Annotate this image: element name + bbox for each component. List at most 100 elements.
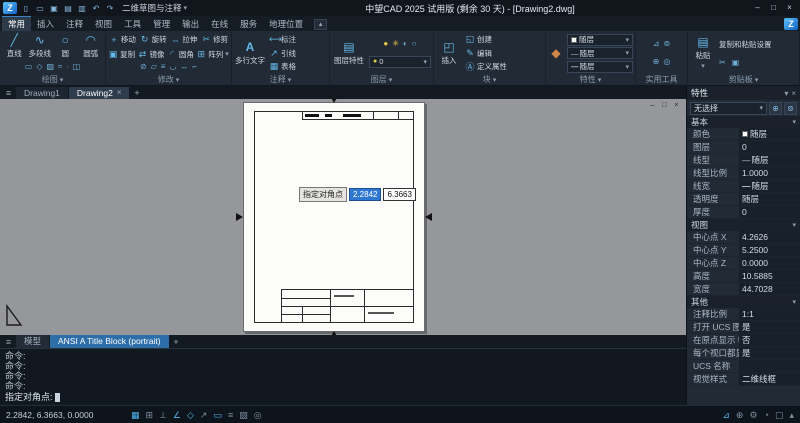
line-button[interactable]: ╱ 直线	[2, 34, 27, 59]
properties-panel-caption[interactable]: 特性 ▾	[548, 74, 633, 85]
match-properties-button[interactable]: ◆	[548, 32, 564, 74]
palette-close-icon[interactable]: ×	[791, 89, 796, 98]
otrack-toggle-icon[interactable]: ↗	[200, 407, 208, 423]
property-value[interactable]: 1:1	[739, 308, 800, 320]
paste-button[interactable]: ▤ 粘贴 ▾	[690, 32, 716, 74]
ribbon-tab-tools[interactable]: 工具	[118, 16, 147, 31]
section-misc[interactable]: 其他 ▾	[687, 296, 800, 308]
zw-brand-icon[interactable]: Z	[784, 18, 798, 30]
selection-cycling-icon[interactable]: ◎	[663, 57, 670, 67]
selection-type-combo[interactable]: 无选择 ▾	[690, 102, 767, 115]
redo-icon[interactable]: ↷	[104, 3, 116, 14]
measure-icon[interactable]: ⊿	[653, 39, 660, 49]
ribbon-tab-output[interactable]: 输出	[176, 16, 205, 31]
clean-screen-icon[interactable]: ▢	[775, 407, 784, 423]
property-value[interactable]: —随层	[739, 180, 800, 192]
snap-toggle-icon[interactable]: ⊞	[146, 407, 154, 423]
polyline-button[interactable]: ∿ 多段线	[28, 34, 53, 59]
dynamic-input-toggle-icon[interactable]: ▭	[213, 407, 222, 423]
lineweight-control-combo[interactable]: — 随层 ▾	[567, 61, 633, 73]
ribbon-tab-view[interactable]: 视图	[89, 16, 118, 31]
new-layout-button[interactable]: +	[170, 336, 183, 348]
undo-icon[interactable]: ↶	[90, 3, 102, 14]
leader-button[interactable]: ↗引线	[269, 47, 296, 60]
tab-model[interactable]: 模型	[16, 335, 49, 348]
property-value[interactable]: 4.2626	[739, 231, 800, 243]
property-value[interactable]: 5.2500	[739, 244, 800, 256]
selection-cycling-toggle-icon[interactable]: ◎	[254, 407, 262, 423]
property-value[interactable]: 随层	[739, 193, 800, 205]
mtext-button[interactable]: A 多行文字	[234, 32, 266, 74]
file-tabs-menu-icon[interactable]: ≡	[2, 87, 15, 99]
cut-icon[interactable]: ✂	[719, 58, 726, 68]
move-button[interactable]: +移动	[109, 33, 136, 46]
join-icon[interactable]: ↔	[180, 62, 188, 72]
fillet-button[interactable]: ◜圆角	[167, 48, 194, 61]
tab-drawing1[interactable]: Drawing1	[16, 87, 68, 99]
new-tab-button[interactable]: +	[130, 87, 143, 99]
point-style-icon[interactable]: ⊕	[653, 57, 660, 67]
explode-icon[interactable]: ◡	[169, 62, 176, 72]
region-icon[interactable]: ◫	[73, 62, 81, 72]
section-view[interactable]: 视图 ▾	[687, 219, 800, 231]
quick-select-icon[interactable]: ⊚	[664, 39, 671, 49]
layer-on-icon[interactable]: ●	[383, 39, 388, 49]
plot-icon[interactable]: ▥	[76, 3, 88, 14]
minimize-button[interactable]: –	[750, 2, 765, 14]
property-value[interactable]: 0	[739, 141, 800, 153]
rectangle-icon[interactable]: ▭	[25, 62, 33, 72]
app-menu-icon[interactable]: Z	[3, 2, 17, 14]
property-value[interactable]: —随层	[739, 154, 800, 166]
ribbon-tab-home[interactable]: 常用	[2, 16, 31, 31]
lineweight-toggle-icon[interactable]: ≡	[228, 407, 233, 423]
layer-properties-button[interactable]: ▤ 图层特性	[332, 32, 366, 74]
osnap-toggle-icon[interactable]: ◇	[187, 407, 194, 423]
property-value[interactable]: 0.0000	[739, 257, 800, 269]
dimension-button[interactable]: ⟷标注	[269, 33, 296, 46]
property-value[interactable]: 0	[739, 206, 800, 218]
print-icon[interactable]: ▤	[62, 3, 74, 14]
polygon-icon[interactable]: ◇	[36, 62, 42, 72]
ribbon-tab-geolocation[interactable]: 地理位置	[263, 16, 309, 31]
property-value[interactable]: 随层	[739, 128, 800, 140]
drawing-canvas[interactable]: 指定对角点 2.2842 6.3663 – □ ×	[0, 99, 686, 335]
section-general[interactable]: 基本 ▾	[687, 116, 800, 128]
close-button[interactable]: ×	[782, 2, 797, 14]
clipboard-panel-caption[interactable]: 剪贴板 ▾	[690, 74, 797, 85]
modify-panel-caption[interactable]: 修改 ▾	[108, 74, 229, 85]
utilities-panel-caption[interactable]: 实用工具	[638, 74, 685, 85]
table-button[interactable]: ▦表格	[269, 60, 296, 73]
toggle-pickadd-button[interactable]: ⊕	[769, 102, 782, 115]
annotation-monitor-icon[interactable]: ⊕	[736, 407, 744, 423]
command-input[interactable]: 指定对角点:	[5, 391, 681, 403]
properties-palette-header[interactable]: 特性 ▾ ×	[687, 86, 800, 100]
point-icon[interactable]: ∙	[66, 62, 68, 72]
tab-layout-ansi-a[interactable]: ANSI A Title Block (portrait)	[50, 335, 169, 348]
create-block-button[interactable]: ◱创建	[465, 33, 507, 46]
save-icon[interactable]: ▣	[48, 3, 60, 14]
linetype-control-combo[interactable]: — 随层 ▾	[567, 47, 633, 59]
annotate-panel-caption[interactable]: 注释 ▾	[234, 74, 327, 85]
doc-minimize-icon[interactable]: –	[648, 101, 657, 109]
property-value[interactable]: 二维线框	[739, 373, 800, 385]
trim-button[interactable]: ✂修剪	[201, 33, 228, 46]
property-value[interactable]	[739, 360, 800, 372]
chamfer-icon[interactable]: ⌐	[192, 62, 197, 72]
layer-select-combo[interactable]: ● 0 ▾	[369, 56, 431, 68]
isolate-objects-icon[interactable]: ◔	[764, 407, 769, 423]
new-icon[interactable]: ▯	[20, 3, 32, 14]
command-window[interactable]: 命令: 命令: 命令: 命令: 指定对角点:	[0, 348, 686, 405]
dynamic-input-y-field[interactable]: 6.3663	[383, 188, 415, 201]
erase-icon[interactable]: ⊘	[140, 62, 147, 72]
mirror-button[interactable]: ⇄镜像	[138, 48, 165, 61]
annotation-scale-icon[interactable]: ⊿	[722, 407, 730, 423]
ribbon-tab-annotate[interactable]: 注释	[60, 16, 89, 31]
layer-off-icon[interactable]: ○	[412, 39, 417, 49]
array-button[interactable]: ⊞阵列▾	[196, 48, 229, 61]
property-value[interactable]: 1.0000	[739, 167, 800, 179]
draw-panel-caption[interactable]: 绘图 ▾	[2, 74, 103, 85]
workspace-switcher[interactable]: 二维草图与注释 ▾	[119, 2, 190, 14]
arc-button[interactable]: ◠ 圆弧	[79, 34, 104, 59]
ribbon-tab-online[interactable]: 在线	[205, 16, 234, 31]
quick-select-button[interactable]: ⊚	[784, 102, 797, 115]
